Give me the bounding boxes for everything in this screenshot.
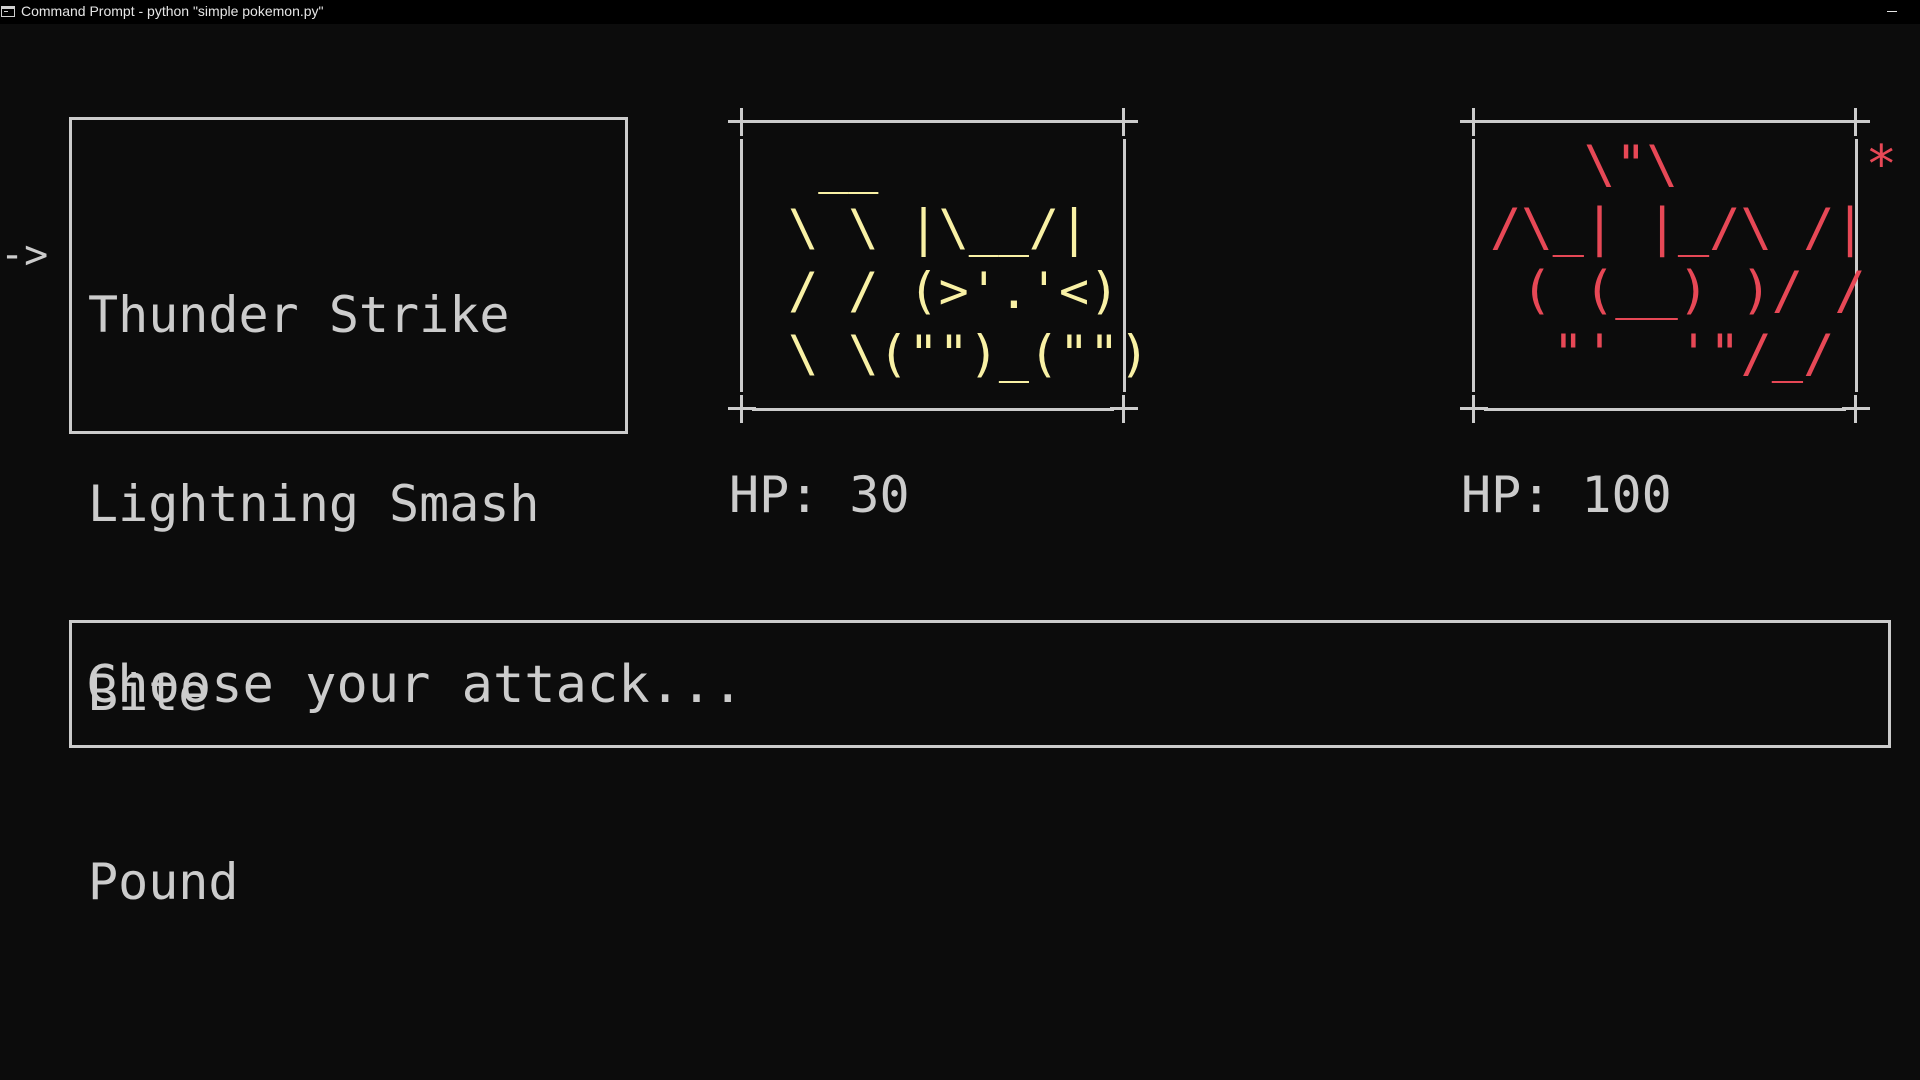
frame-corner xyxy=(1842,108,1870,136)
frame-corner xyxy=(1110,108,1138,136)
frame-edge xyxy=(752,408,1114,411)
command-prompt-icon xyxy=(1,6,15,17)
enemy-creature-art: \"\ * /\_| |_/\ /| ( (__) )/ / "' '"/_/ xyxy=(1490,135,1897,384)
attack-option-thunder-strike[interactable]: Thunder Strike xyxy=(88,284,540,347)
frame-edge xyxy=(752,120,1114,123)
terminal-screen[interactable]: -> Thunder Strike Lightning Smash Bite P… xyxy=(0,24,1920,1080)
attack-option-lightning-smash[interactable]: Lightning Smash xyxy=(88,473,540,536)
enemy-creature-frame: \"\ * /\_| |_/\ /| ( (__) )/ / "' '"/_/ xyxy=(1460,108,1897,423)
player-hp: HP: 30 xyxy=(729,466,910,524)
window-title: Command Prompt - python "simple pokemon.… xyxy=(21,3,324,19)
attack-option-pound[interactable]: Pound xyxy=(88,851,540,914)
attack-list: Thunder Strike Lightning Smash Bite Poun… xyxy=(88,158,540,1040)
title-bar: Command Prompt - python "simple pokemon.… xyxy=(0,0,1920,24)
frame-edge xyxy=(1484,120,1846,123)
frame-edge xyxy=(1484,408,1846,411)
frame-edge xyxy=(1472,139,1475,392)
player-creature-art: __ \ \ |\__/| / / (>'.'<) \ \("")_("") xyxy=(788,136,1150,383)
message-box: Choose your attack... xyxy=(69,620,1891,748)
player-creature-frame: __ \ \ |\__/| / / (>'.'<) \ \("")_("") xyxy=(728,108,1149,423)
frame-corner xyxy=(1842,395,1870,423)
frame-edge xyxy=(740,139,743,392)
frame-corner xyxy=(1110,395,1138,423)
prompt-message: Choose your attack... xyxy=(86,655,744,715)
attack-menu: Thunder Strike Lightning Smash Bite Poun… xyxy=(69,117,628,911)
enemy-hp: HP: 100 xyxy=(1461,466,1672,524)
minimize-button[interactable] xyxy=(1874,0,1920,24)
selection-cursor: -> xyxy=(0,232,49,278)
